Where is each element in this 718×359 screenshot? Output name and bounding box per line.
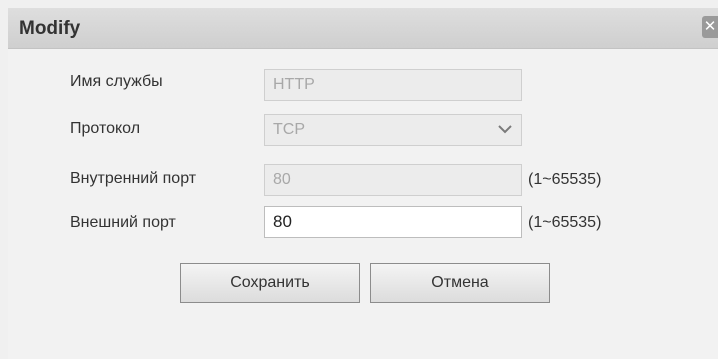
protocol-select: TCP	[264, 114, 522, 146]
protocol-value: TCP	[273, 121, 305, 138]
chevron-down-icon	[498, 125, 512, 134]
internal-port-label: Внутренний порт	[70, 170, 197, 187]
save-button[interactable]: Сохранить	[180, 263, 360, 303]
cancel-button[interactable]: Отмена	[370, 263, 550, 303]
service-name-field: HTTP	[264, 69, 522, 101]
protocol-label: Протокол	[70, 120, 141, 137]
close-icon[interactable]: ✕	[702, 16, 718, 38]
dialog-title: Modify	[19, 18, 81, 39]
external-port-label: Внешний порт	[70, 214, 176, 231]
external-port-input[interactable]: 80	[264, 206, 522, 238]
modify-dialog: Modify ✕ Имя службы HTTP Протокол TCP Вн…	[8, 8, 718, 359]
external-port-range: (1~65535)	[528, 214, 602, 231]
dialog-titlebar: Modify ✕	[8, 8, 718, 49]
service-name-label: Имя службы	[70, 73, 163, 90]
internal-port-range: (1~65535)	[528, 171, 602, 188]
internal-port-field: 80	[264, 164, 522, 196]
